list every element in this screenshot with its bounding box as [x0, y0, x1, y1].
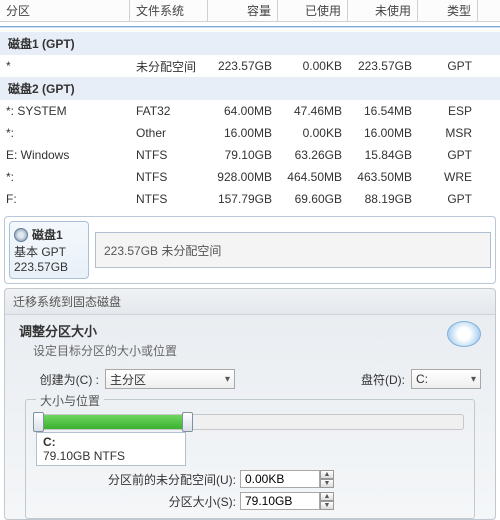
- slider-handle-left[interactable]: [33, 412, 44, 432]
- cell-free: 15.84GB: [348, 145, 418, 165]
- size-label: 分区大小(S):: [96, 493, 236, 510]
- cell-fs: NTFS: [130, 145, 208, 165]
- drive-select[interactable]: C:: [411, 369, 481, 389]
- cell-p: *: [0, 56, 130, 76]
- cell-fs: 未分配空间: [130, 55, 208, 78]
- before-input[interactable]: [240, 470, 320, 488]
- disk-visual-panel: 磁盘1 基本 GPT 223.57GB 223.57GB 未分配空间: [4, 216, 496, 284]
- wizard-icon: [447, 321, 481, 347]
- cell-used: 47.46MB: [278, 101, 348, 121]
- col-partition[interactable]: 分区: [0, 0, 130, 21]
- cell-type: GPT: [418, 56, 478, 76]
- cell-used: 63.26GB: [278, 145, 348, 165]
- cell-p: *:: [0, 123, 130, 143]
- cell-cap: 223.57GB: [208, 56, 278, 76]
- cell-type: MSR: [418, 123, 478, 143]
- cell-free: 463.50MB: [348, 167, 418, 187]
- col-cap[interactable]: 容量: [208, 0, 278, 21]
- cell-free: 88.19GB: [348, 189, 418, 209]
- create-as-label: 创建为(C) :: [39, 371, 99, 388]
- table-row[interactable]: *:NTFS928.00MB464.50MB463.50MBWRE: [0, 166, 500, 188]
- fieldset-legend: 大小与位置: [36, 392, 104, 409]
- wizard-heading: 调整分区大小: [19, 321, 447, 340]
- cell-cap: 79.10GB: [208, 145, 278, 165]
- size-fieldset: 大小与位置 C: 79.10GB NTFS 分区前的未分配空间(U): ▲▼ 分…: [25, 399, 475, 519]
- table-row[interactable]: *: SYSTEMFAT3264.00MB47.46MB16.54MBESP: [0, 100, 500, 122]
- cell-cap: 157.79GB: [208, 189, 278, 209]
- cell-used: 0.00KB: [278, 123, 348, 143]
- cell-type: ESP: [418, 101, 478, 121]
- cell-p: E: Windows: [0, 145, 130, 165]
- cell-used: 464.50MB: [278, 167, 348, 187]
- partition-table-header: 分区 文件系统 容量 已使用 未使用 类型: [0, 0, 500, 22]
- cell-type: WRE: [418, 167, 478, 187]
- create-as-row: 创建为(C) : 主分区 盘符(D): C:: [39, 369, 481, 389]
- partition-name: C:: [43, 435, 179, 449]
- cell-fs: NTFS: [130, 189, 208, 209]
- wizard-sub: 设定目标分区的大小或位置: [33, 342, 447, 359]
- disk-size: 223.57GB: [14, 260, 84, 274]
- before-label: 分区前的未分配空间(U):: [96, 471, 236, 488]
- cell-type: GPT: [418, 145, 478, 165]
- disk-name: 磁盘1: [32, 226, 63, 243]
- cell-free: 16.54MB: [348, 101, 418, 121]
- cell-used: 0.00KB: [278, 56, 348, 76]
- migrate-wizard: 迁移系统到固态磁盘 调整分区大小 设定目标分区的大小或位置 创建为(C) : 主…: [4, 288, 496, 520]
- wizard-title: 迁移系统到固态磁盘: [5, 289, 495, 315]
- unallocated-before-row: 分区前的未分配空间(U): ▲▼: [96, 470, 464, 488]
- disk-group-2[interactable]: 磁盘2 (GPT): [0, 77, 500, 100]
- cell-p: F:: [0, 189, 130, 209]
- divider: [0, 26, 500, 28]
- partition-box[interactable]: C: 79.10GB NTFS: [36, 432, 186, 466]
- disk-info-card[interactable]: 磁盘1 基本 GPT 223.57GB: [9, 221, 89, 279]
- col-fs[interactable]: 文件系统: [130, 0, 208, 21]
- cell-free: 223.57GB: [348, 56, 418, 76]
- slider-handle-right[interactable]: [182, 412, 193, 432]
- drive-label: 盘符(D):: [355, 371, 405, 388]
- cell-p: *: SYSTEM: [0, 101, 130, 121]
- disk-unallocated-bar[interactable]: 223.57GB 未分配空间: [95, 232, 491, 268]
- col-free[interactable]: 未使用: [348, 0, 418, 21]
- create-as-select[interactable]: 主分区: [105, 369, 235, 389]
- cell-fs: FAT32: [130, 101, 208, 121]
- cell-fs: Other: [130, 123, 208, 143]
- col-type[interactable]: 类型: [418, 0, 478, 21]
- disk-group-1[interactable]: 磁盘1 (GPT): [0, 32, 500, 55]
- wizard-header: 调整分区大小 设定目标分区的大小或位置: [19, 321, 481, 359]
- cell-type: GPT: [418, 189, 478, 209]
- size-slider-track[interactable]: [36, 414, 464, 430]
- partition-size-row: 分区大小(S): ▲▼: [96, 492, 464, 510]
- size-slider-fill: [37, 415, 186, 429]
- before-spinner[interactable]: ▲▼: [320, 470, 334, 488]
- cell-p: *:: [0, 167, 130, 187]
- cell-free: 16.00MB: [348, 123, 418, 143]
- cell-cap: 64.00MB: [208, 101, 278, 121]
- cell-cap: 16.00MB: [208, 123, 278, 143]
- disk-type: 基本 GPT: [14, 243, 84, 260]
- partition-info: 79.10GB NTFS: [43, 449, 179, 463]
- col-used[interactable]: 已使用: [278, 0, 348, 21]
- table-row[interactable]: F:NTFS157.79GB69.60GB88.19GBGPT: [0, 188, 500, 210]
- partition-rows: *未分配空间223.57GB0.00KB223.57GBGPT磁盘2 (GPT)…: [0, 55, 500, 210]
- cell-fs: NTFS: [130, 167, 208, 187]
- disk-icon: [14, 228, 28, 242]
- size-input[interactable]: [240, 492, 320, 510]
- size-spinner[interactable]: ▲▼: [320, 492, 334, 510]
- table-row[interactable]: *未分配空间223.57GB0.00KB223.57GBGPT: [0, 55, 500, 77]
- cell-cap: 928.00MB: [208, 167, 278, 187]
- table-row[interactable]: *:Other16.00MB0.00KB16.00MBMSR: [0, 122, 500, 144]
- cell-used: 69.60GB: [278, 189, 348, 209]
- table-row[interactable]: E: WindowsNTFS79.10GB63.26GB15.84GBGPT: [0, 144, 500, 166]
